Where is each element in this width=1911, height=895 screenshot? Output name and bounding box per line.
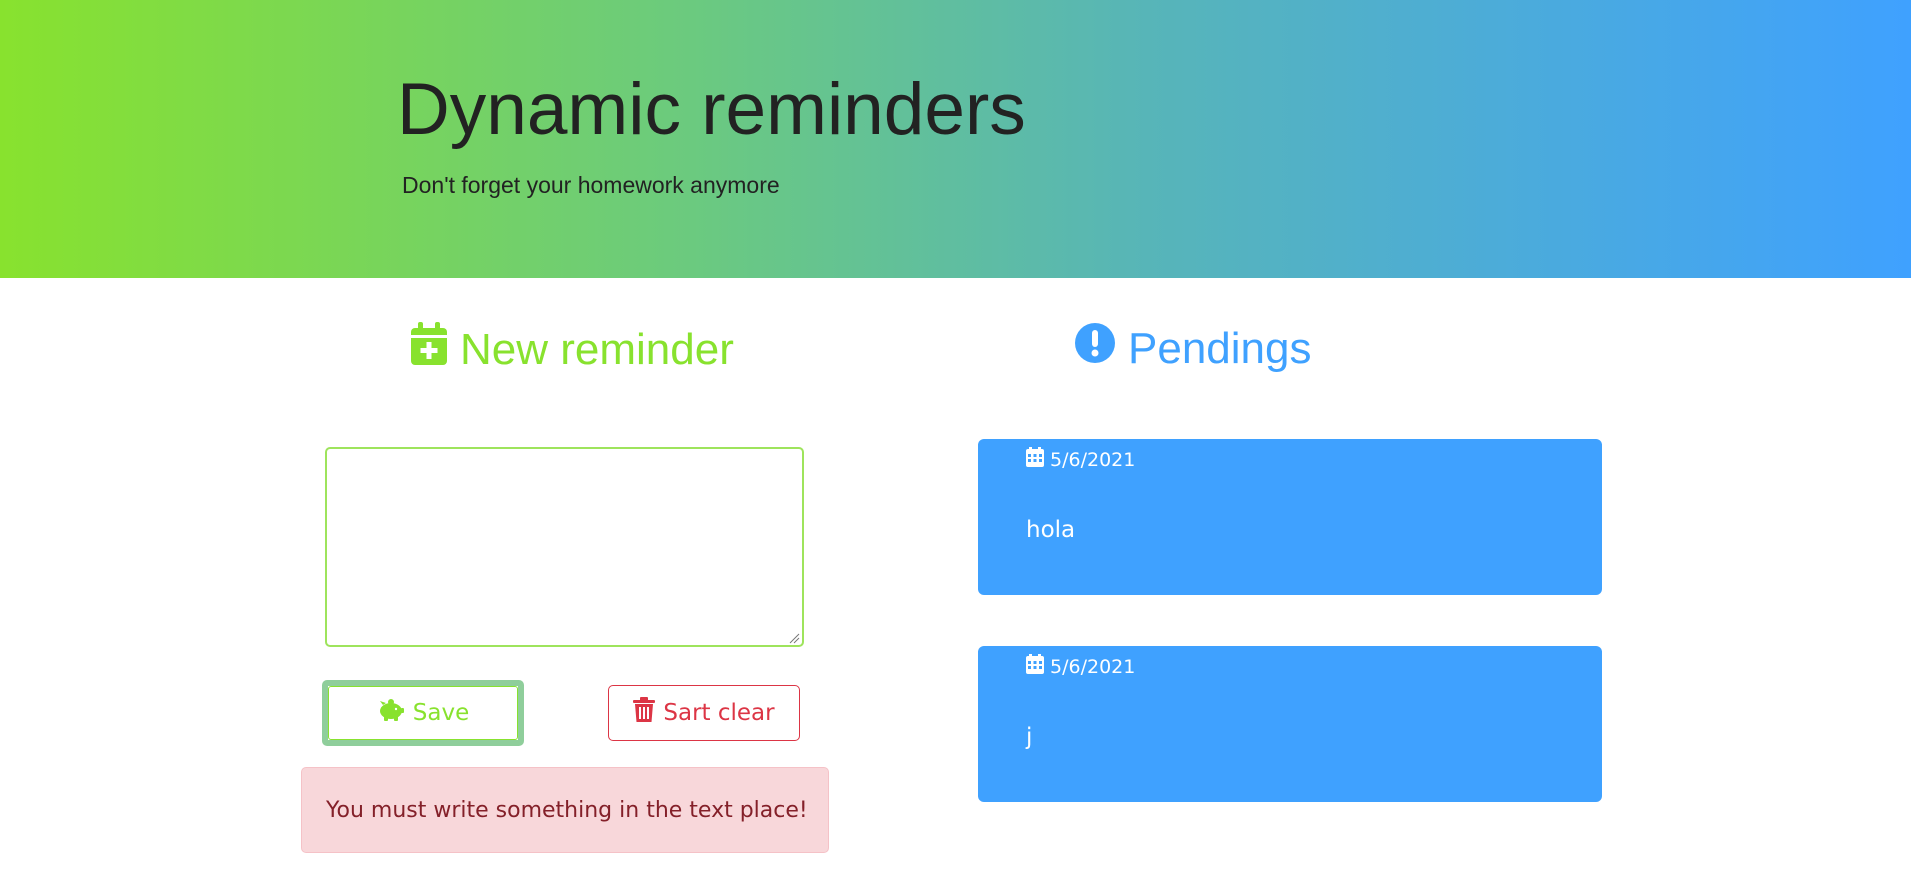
save-button[interactable]: Save: [322, 680, 524, 746]
validation-alert: You must write something in the text pla…: [301, 767, 829, 853]
new-reminder-heading: New reminder: [410, 322, 734, 377]
new-reminder-title: New reminder: [460, 324, 734, 374]
save-label: Save: [412, 700, 470, 726]
reminder-date: 5/6/2021: [1026, 447, 1135, 472]
exclamation-circle-icon: [1074, 322, 1116, 375]
header-banner: Dynamic reminders Don't forget your home…: [0, 0, 1911, 278]
clear-button[interactable]: Sart clear: [608, 685, 800, 741]
calendar-plus-icon: [410, 322, 448, 377]
reminder-textarea[interactable]: [325, 447, 804, 647]
trash-icon: [633, 697, 656, 729]
resize-grip-icon[interactable]: [788, 632, 800, 644]
alert-text: You must write something in the text pla…: [326, 797, 808, 823]
calendar-icon: [1026, 447, 1044, 472]
reminder-text: j: [1026, 724, 1033, 750]
page-title: Dynamic reminders: [397, 69, 1026, 150]
calendar-icon: [1026, 654, 1044, 679]
clear-label: Sart clear: [663, 700, 775, 726]
reminder-card[interactable]: 5/6/2021 hola: [978, 439, 1602, 595]
reminder-date: 5/6/2021: [1026, 654, 1135, 679]
reminder-date-text: 5/6/2021: [1050, 655, 1136, 678]
reminder-date-text: 5/6/2021: [1050, 448, 1136, 471]
pendings-title: Pendings: [1128, 323, 1312, 373]
piggy-bank-icon: [377, 698, 405, 728]
pendings-heading: Pendings: [1074, 322, 1311, 375]
page-subtitle: Don't forget your homework anymore: [402, 172, 780, 198]
reminder-card[interactable]: 5/6/2021 j: [978, 646, 1602, 802]
reminder-text: hola: [1026, 517, 1076, 543]
